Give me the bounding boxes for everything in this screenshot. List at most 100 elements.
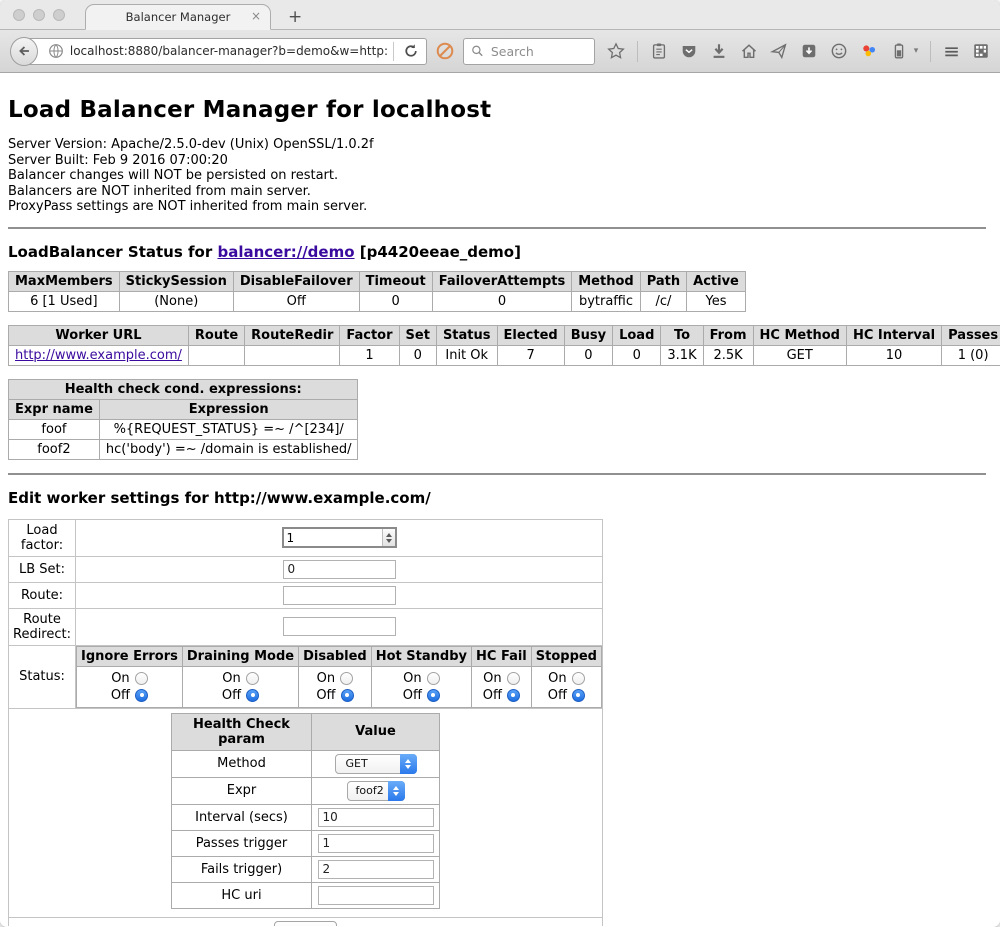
column-header: MaxMembers [9,271,120,291]
column-header: Method [572,271,640,291]
bookmarks-list-icon[interactable] [650,42,668,60]
send-tab-icon[interactable] [770,42,788,60]
hc-fails-row: Fails trigger) [172,856,440,882]
column-header: Expr name [9,399,100,419]
column-header: DisableFailover [233,271,359,291]
ignore-errors-on-radio[interactable] [135,672,148,685]
column-header: Status [436,325,497,345]
hc-uri-input[interactable] [318,886,434,905]
search-box[interactable] [463,38,595,65]
off-label: Off [483,688,502,703]
submit-button[interactable]: Submit [274,921,337,926]
hc-fails-label: Fails trigger) [172,856,312,882]
stopped-on-radio[interactable] [572,672,585,685]
hc-fails-input[interactable] [318,860,434,879]
bookmark-star-icon[interactable] [607,42,625,60]
table-cell: (None) [119,291,233,311]
panel-download-icon[interactable] [800,42,818,60]
table-title: Health check cond. expressions: [9,379,358,399]
hc-expr-select[interactable]: foof2 [347,781,405,801]
status-draining-mode-cell: On Off [182,666,298,707]
draining-mode-off-radio[interactable] [246,689,259,702]
tab-balancer-manager[interactable]: Balancer Manager × [85,4,271,30]
form-row-lb-set: LB Set: [9,556,603,582]
status-hc-fail-cell: On Off [472,666,532,707]
edit-worker-form: Load factor: LB Set: Route: Route Redire… [8,519,603,926]
globe-icon [47,42,65,60]
form-row-load-factor: Load factor: [9,519,603,556]
balancer-demo-link[interactable]: balancer://demo [217,243,354,261]
pocket-icon[interactable] [680,42,698,60]
extension-colors-icon[interactable] [860,42,878,60]
column-header: Elected [497,325,564,345]
table-cell: Yes [687,291,746,311]
table-cell: 0 [613,345,661,365]
page-title: Load Balancer Manager for localhost [8,97,988,123]
clipboard-extension-icon[interactable] [890,42,908,60]
column-header: StickySession [119,271,233,291]
close-window-button[interactable] [13,9,25,21]
hc-passes-input[interactable] [318,834,434,853]
load-factor-input[interactable] [284,529,382,546]
minimize-window-button[interactable] [33,9,45,21]
table-header-row: MaxMembers StickySession DisableFailover… [9,271,746,291]
column-header: Hot Standby [371,646,471,666]
reload-button[interactable] [399,42,423,60]
off-label: Off [316,688,335,703]
feedback-smiley-icon[interactable] [830,42,848,60]
status-hot-standby-cell: On Off [371,666,471,707]
route-redirect-input[interactable] [283,617,396,636]
table-cell: Off [233,291,359,311]
hc-fail-off-radio[interactable] [507,689,520,702]
pixel-grid-extension-icon[interactable] [972,42,990,60]
column-header: Disabled [299,646,372,666]
table-cell: 0 [359,291,432,311]
url-bar[interactable]: localhost:8880/balancer-manager?b=demo&w… [25,38,427,65]
load-factor-label: Load factor: [9,519,76,556]
draining-mode-on-radio[interactable] [246,672,259,685]
route-input[interactable] [283,586,396,605]
health-check-expressions-table: Health check cond. expressions: Expr nam… [8,379,358,460]
load-factor-stepper[interactable] [282,527,397,548]
back-arrow-icon [15,42,33,60]
search-icon [470,42,485,60]
menu-icon[interactable]: ≡ [943,41,960,61]
zoom-window-button[interactable] [53,9,65,21]
downloads-icon[interactable] [710,42,728,60]
search-input[interactable] [489,43,588,60]
content-blocker-button[interactable] [435,41,455,61]
hc-passes-label: Passes trigger [172,830,312,856]
stopped-off-radio[interactable] [572,689,585,702]
lb-set-input[interactable] [283,560,396,579]
chevron-down-icon[interactable]: ▾ [914,46,919,56]
ignore-errors-off-radio[interactable] [135,689,148,702]
disabled-off-radio[interactable] [341,689,354,702]
navigation-toolbar: localhost:8880/balancer-manager?b=demo&w… [0,30,1000,73]
home-icon[interactable] [740,42,758,60]
spinner-arrows-icon[interactable] [382,529,395,546]
back-button[interactable] [10,37,38,66]
new-tab-button[interactable]: + [288,9,302,26]
hc-method-selected-value: GET [346,757,368,770]
hc-uri-row: HC uri [172,882,440,908]
proxypass-notice-line: ProxyPass settings are NOT inherited fro… [8,199,988,215]
table-header-row: Ignore Errors Draining Mode Disabled Hot… [77,646,602,666]
worker-status-table: Worker URL Route RouteRedir Factor Set S… [8,325,1000,366]
table-cell: GET [753,345,846,365]
tab-close-icon[interactable]: × [251,10,261,22]
hc-method-select[interactable]: GET [335,754,417,774]
select-stepper-icon [400,754,417,774]
table-cell [188,345,244,365]
hc-fail-on-radio[interactable] [507,672,520,685]
toolbar-divider [637,41,638,62]
hc-interval-input[interactable] [318,808,434,827]
off-label: Off [111,688,130,703]
column-header: Health Check param [172,713,312,750]
disabled-on-radio[interactable] [340,672,353,685]
table-cell: 6 [1 Used] [9,291,120,311]
url-text[interactable]: localhost:8880/balancer-manager?b=demo&w… [70,44,388,58]
hot-standby-on-radio[interactable] [427,672,440,685]
column-header: Draining Mode [182,646,298,666]
hot-standby-off-radio[interactable] [427,689,440,702]
worker-url-link[interactable]: http://www.example.com/ [15,348,182,363]
